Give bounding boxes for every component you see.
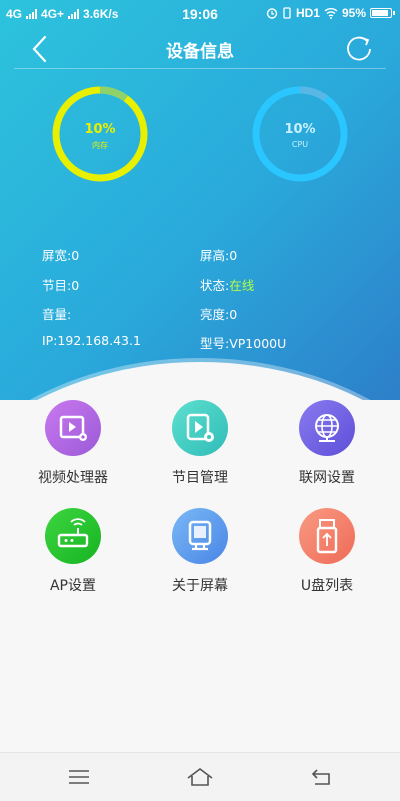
battery-percent: 95% [341,6,366,20]
menu-video-processor[interactable]: 视频处理器 [18,400,128,490]
cpu-label: CPU [291,140,309,149]
menu-usb-list[interactable]: U盘列表 [272,508,382,598]
system-nav-bar [0,752,400,801]
title-bar: 设备信息 [0,28,400,68]
curve-divider [0,362,400,400]
menu-ap-settings[interactable]: AP设置 [18,508,128,598]
back-icon[interactable] [307,765,337,789]
title-divider [14,68,386,69]
usb-icon [299,508,355,564]
menu-label: 关于屏幕 [172,578,228,594]
menu-about-screen[interactable]: 关于屏幕 [145,508,255,598]
vibrate-icon [283,7,291,19]
menu-label: U盘列表 [300,578,354,594]
alarm-icon [266,8,278,19]
menu-label: 节目管理 [172,470,228,486]
menu-icon[interactable] [64,765,94,789]
menu-label: 视频处理器 [38,470,108,486]
volume: 音量: [42,307,72,322]
model: 型号:VP1000U [200,336,287,351]
menu-label: AP设置 [49,578,97,594]
program-count: 节目:0 [42,278,80,293]
hd-indicator: HD1 [295,6,320,20]
status-line: 状态:在线 [200,275,254,294]
memory-percent: 10% [84,122,116,137]
page-title: 设备信息 [166,42,234,62]
status-bar: 4G 4G+ 3.6K/s 19:06 HD1 95% [0,0,400,28]
menu-label: 联网设置 [299,470,355,486]
screen-height: 屏高:0 [200,248,238,263]
home-icon[interactable] [185,765,215,789]
refresh-icon[interactable] [342,32,376,66]
ip-address: IP:192.168.43.1 [42,333,141,348]
status-value: 在线 [229,278,255,293]
cpu-percent: 10% [284,122,316,137]
status-right: HD1 95% [266,6,395,20]
memory-label: 内存 [92,141,108,150]
cpu-gauge: 10% CPU [250,84,350,184]
router-icon [45,508,101,564]
wifi-icon [324,8,338,19]
screen-icon [172,508,228,564]
globe-icon [299,400,355,456]
video-processor-icon [45,400,101,456]
program-icon [172,400,228,456]
status-label: 状态: [200,278,230,293]
menu-program-management[interactable]: 节目管理 [145,400,255,490]
menu-network-settings[interactable]: 联网设置 [272,400,382,490]
brightness: 亮度:0 [200,307,238,322]
battery-icon [370,8,395,18]
memory-gauge: 10% 内存 [50,84,150,184]
screen-width: 屏宽:0 [42,248,80,263]
